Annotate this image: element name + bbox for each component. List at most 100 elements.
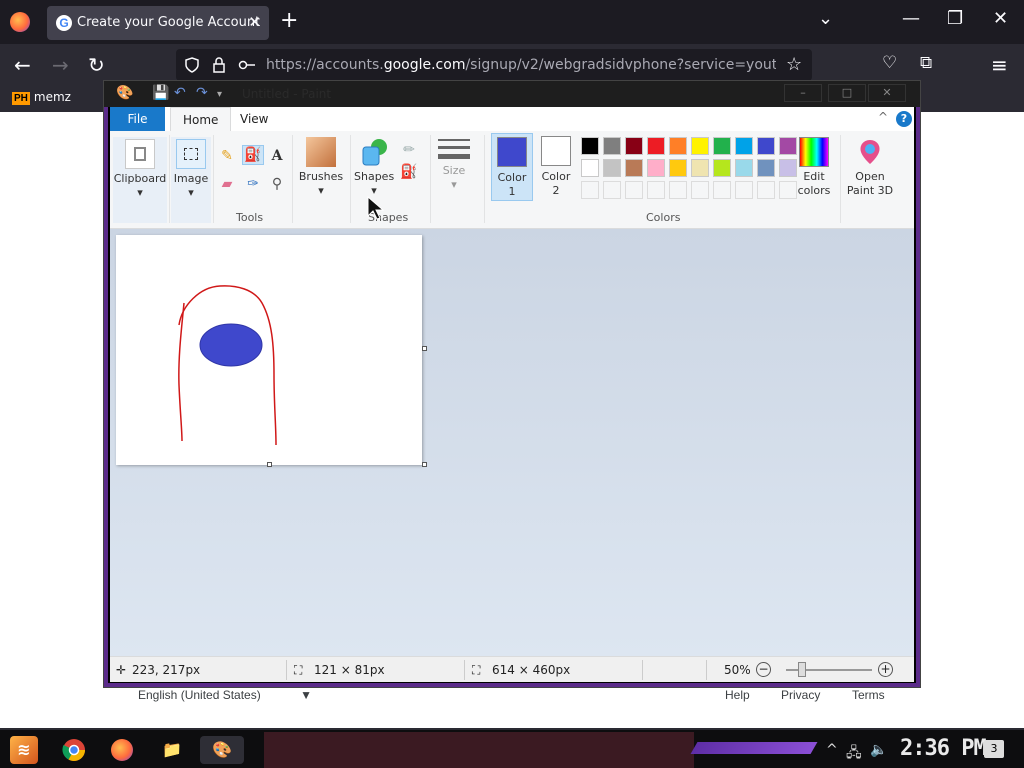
undo-icon[interactable]: ↶ <box>174 85 186 101</box>
start-button[interactable]: ≋ <box>10 736 38 764</box>
new-tab-icon[interactable]: + <box>280 8 298 33</box>
palette-swatch-empty[interactable] <box>735 181 753 199</box>
volume-icon[interactable]: 🔈 <box>870 742 887 758</box>
help-icon[interactable]: ? <box>896 111 912 127</box>
tab-home[interactable]: Home <box>170 107 232 131</box>
palette-swatch[interactable] <box>735 159 753 177</box>
palette-swatch-empty[interactable] <box>757 181 775 199</box>
palette-swatch[interactable] <box>713 159 731 177</box>
palette-swatch-empty[interactable] <box>581 181 599 199</box>
back-icon[interactable]: ← <box>14 53 31 77</box>
image-button[interactable]: Image ▾ <box>171 137 211 223</box>
color1-selector[interactable]: Color 1 <box>491 133 533 201</box>
pencil-icon[interactable]: ✎ <box>218 147 236 165</box>
footer-help-link[interactable]: Help <box>725 688 750 702</box>
menu-icon[interactable]: ≡ <box>991 53 1008 77</box>
palette-swatch[interactable] <box>669 159 687 177</box>
palette-swatch[interactable] <box>691 137 709 155</box>
palette-swatch[interactable] <box>757 159 775 177</box>
edit-colors-button[interactable]: Edit colors <box>794 137 834 207</box>
permissions-icon[interactable] <box>238 57 256 73</box>
magnifier-icon[interactable]: ⚲ <box>268 175 286 193</box>
firefox-taskbar-icon[interactable] <box>108 736 136 764</box>
palette-swatch[interactable] <box>647 159 665 177</box>
palette-swatch-empty[interactable] <box>603 181 621 199</box>
palette-swatch[interactable] <box>669 137 687 155</box>
bookmark-memz[interactable]: PH memz <box>12 90 71 105</box>
tab-google-account[interactable]: G Create your Google Account ✕ <box>47 6 269 40</box>
tab-file[interactable]: File <box>110 107 165 131</box>
minimize-icon[interactable]: — <box>902 8 920 29</box>
resize-handle-right[interactable] <box>422 346 427 351</box>
footer-terms-link[interactable]: Terms <box>852 688 885 702</box>
extensions-icon[interactable]: ⧉ <box>920 53 932 73</box>
resize-handle-bottom[interactable] <box>267 462 272 467</box>
paint-title-bar[interactable]: 🎨 💾 ↶ ↷ ▾ Untitled - Paint – □ ✕ <box>104 81 920 107</box>
notification-center-icon[interactable]: 3 <box>984 740 1004 758</box>
bookmark-star-icon[interactable]: ☆ <box>786 54 802 75</box>
palette-swatch[interactable] <box>603 137 621 155</box>
collapse-ribbon-icon[interactable]: ^ <box>878 110 888 124</box>
outline-icon[interactable]: ✏ <box>400 141 418 159</box>
save-icon[interactable]: 💾 <box>152 85 169 101</box>
paint-taskbar-icon[interactable]: 🎨 <box>200 736 244 764</box>
paint-close-button[interactable]: ✕ <box>868 84 906 102</box>
palette-swatch[interactable] <box>647 137 665 155</box>
palette-swatch-empty[interactable] <box>625 181 643 199</box>
palette-swatch[interactable] <box>581 159 599 177</box>
palette-swatch[interactable] <box>625 137 643 155</box>
close-tab-icon[interactable]: ✕ <box>248 13 261 31</box>
palette-swatch[interactable] <box>603 159 621 177</box>
palette-swatch[interactable] <box>757 137 775 155</box>
zoom-in-icon[interactable]: + <box>878 662 893 677</box>
palette-swatch[interactable] <box>581 137 599 155</box>
clock[interactable]: 2:36 PM <box>900 736 987 761</box>
clipboard-button[interactable]: Clipboard ▾ <box>113 137 167 223</box>
network-icon[interactable]: 🖧 <box>846 742 862 766</box>
shape-fill-icon[interactable]: ⛽ <box>400 163 418 181</box>
tab-list-icon[interactable]: ⌄ <box>818 8 833 29</box>
palette-swatch-empty[interactable] <box>669 181 687 199</box>
redo-icon[interactable]: ↷ <box>196 85 208 101</box>
language-select[interactable]: English (United States) ▼ <box>138 688 312 702</box>
url-text[interactable]: https://accounts.google.com/signup/v2/we… <box>266 57 776 73</box>
brushes-button[interactable]: Brushes ▾ <box>296 137 346 211</box>
drawing-canvas[interactable] <box>116 235 422 465</box>
paint-title: Untitled - Paint <box>242 87 332 101</box>
footer-privacy-link[interactable]: Privacy <box>781 688 820 702</box>
chrome-icon[interactable] <box>60 736 88 764</box>
paint-minimize-button[interactable]: – <box>784 84 822 102</box>
eraser-icon[interactable]: ▰ <box>218 175 236 193</box>
customize-toolbar-icon[interactable]: ▾ <box>217 89 222 100</box>
zoom-slider-thumb[interactable] <box>798 662 806 677</box>
url-bar[interactable]: https://accounts.google.com/signup/v2/we… <box>176 49 812 81</box>
color-picker-icon[interactable]: ✑ <box>244 175 262 193</box>
fill-icon[interactable]: ⛽ <box>242 145 264 165</box>
shield-icon[interactable] <box>184 57 200 73</box>
palette-swatch[interactable] <box>625 159 643 177</box>
palette-swatch[interactable] <box>691 159 709 177</box>
show-hidden-icons[interactable]: ^ <box>826 742 838 758</box>
open-paint3d-button[interactable]: Open Paint 3D <box>844 137 896 207</box>
palette-swatch[interactable] <box>735 137 753 155</box>
firefox-icon[interactable] <box>10 12 30 32</box>
reload-icon[interactable]: ↻ <box>88 53 105 77</box>
lock-icon[interactable] <box>212 56 226 74</box>
palette-swatch-empty[interactable] <box>691 181 709 199</box>
palette-swatch[interactable] <box>713 137 731 155</box>
size-button[interactable]: Size ▾ <box>436 137 472 211</box>
file-explorer-icon[interactable]: 📁 <box>158 736 186 764</box>
tab-view[interactable]: View <box>228 107 280 131</box>
paint-maximize-button[interactable]: □ <box>828 84 866 102</box>
palette-swatch-empty[interactable] <box>713 181 731 199</box>
pocket-icon[interactable]: ♡ <box>882 53 897 73</box>
close-window-icon[interactable]: ✕ <box>993 8 1008 29</box>
text-icon[interactable]: A <box>268 147 286 165</box>
palette-swatch-empty[interactable] <box>647 181 665 199</box>
color2-selector[interactable]: Color 2 <box>535 133 577 201</box>
forward-icon[interactable]: → <box>52 53 69 77</box>
color2-swatch <box>541 136 571 166</box>
restore-icon[interactable]: ❐ <box>947 8 963 29</box>
resize-handle-corner[interactable] <box>422 462 427 467</box>
zoom-out-icon[interactable]: − <box>756 662 771 677</box>
